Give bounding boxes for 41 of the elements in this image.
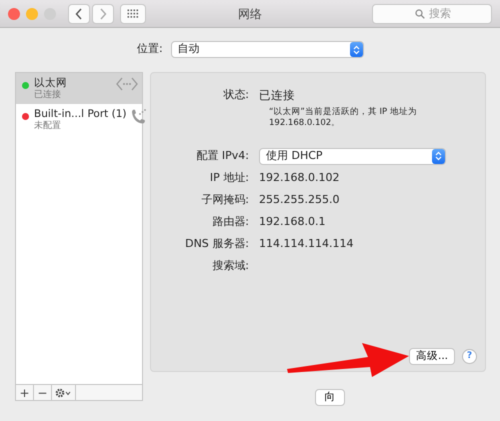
stepper-icon [432, 148, 445, 164]
location-label: 位置: [137, 41, 163, 58]
assist-button[interactable]: 向 [315, 389, 345, 406]
window-title: 网络 [238, 6, 262, 22]
help-button[interactable]: ? [462, 349, 477, 364]
search-field[interactable]: 搜索 [372, 4, 492, 24]
field-label: 子网掩码: [200, 192, 250, 208]
service-status: 未配置 [34, 121, 62, 132]
add-button[interactable]: + [16, 385, 34, 400]
phone-icon [131, 108, 148, 124]
stepper-icon [350, 42, 363, 57]
gear-icon [54, 388, 72, 398]
service-status: 已连接 [34, 90, 62, 101]
field-value: 114.114.114.114 [259, 236, 354, 252]
field-label: 路由器: [211, 214, 250, 230]
field-value: 255.255.255.0 [259, 192, 340, 208]
advanced-button[interactable]: 高级... [408, 348, 455, 365]
field-label: 状态: [222, 87, 250, 103]
field-label: 搜索域: [211, 258, 250, 274]
back-icon [74, 8, 82, 20]
service-name: Built-in...l Port (1) [34, 108, 126, 120]
grid-icon [126, 8, 139, 18]
field-label: 配置 IPv4: [195, 148, 250, 164]
service-item[interactable]: Built-in...l Port (1) 未配置 [16, 104, 142, 135]
remove-button[interactable]: − [34, 385, 52, 400]
status-description: “以太网”当前是活跃的，其 IP 地址为 192.168.0.102。 [269, 107, 418, 130]
status-value: 已连接 [259, 87, 295, 104]
back-button[interactable] [68, 4, 90, 24]
close-button[interactable] [8, 8, 20, 20]
field-value: 192.168.0.1 [259, 214, 326, 230]
field-value: 192.168.0.102 [259, 170, 340, 186]
location-popup[interactable]: 自动 [170, 41, 364, 58]
configure-popup[interactable]: 使用 DHCP [259, 148, 446, 165]
show-all-button[interactable] [120, 4, 146, 24]
field-label: IP 地址: [208, 170, 250, 186]
minimize-button[interactable] [26, 8, 38, 20]
field-label: DNS 服务器: [184, 236, 250, 252]
forward-icon [99, 8, 108, 20]
service-name: 以太网 [34, 77, 68, 90]
service-item[interactable]: 以太网 已连接 [16, 73, 142, 104]
ethernet-icon [116, 77, 138, 91]
